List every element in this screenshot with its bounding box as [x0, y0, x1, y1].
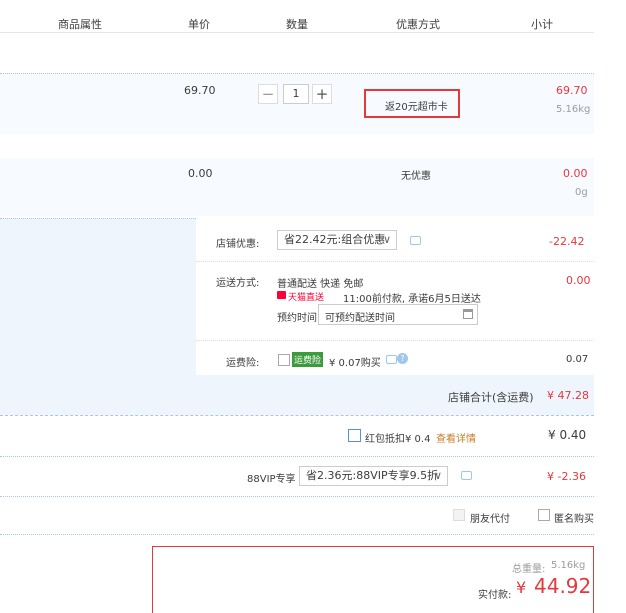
delivery-promise: 11:00前付款, 承诺6月5日送达 [343, 294, 481, 305]
divider [0, 73, 594, 74]
redpacket-amount: ¥ 0.40 [548, 428, 587, 442]
quantity-decrease-button[interactable]: − [258, 84, 278, 104]
friend-pay-checkbox[interactable] [453, 509, 465, 521]
friend-pay-label: 朋友代付 [470, 514, 510, 525]
insurance-label: 运费险: [226, 358, 260, 369]
anonymous-label: 匿名购买 [554, 514, 594, 525]
tmall-logo-icon [277, 291, 286, 299]
currency-symbol: ¥ [516, 578, 527, 597]
divider [196, 340, 594, 341]
quantity-input[interactable]: 1 [283, 84, 309, 104]
redpacket-details-link[interactable]: 查看详情 [436, 430, 476, 445]
item-weight: 0g [575, 187, 588, 198]
shop-discount-amount: -22.42 [549, 235, 585, 248]
paid-label: 实付款: [478, 590, 512, 601]
total-weight-label: 总重量: [512, 564, 546, 575]
paid-amount: 44.92 [534, 574, 592, 598]
redpacket-checkbox[interactable] [348, 429, 361, 442]
shop-discount-select-value: 省22.42元:组合优惠 [284, 233, 386, 246]
divider [0, 496, 594, 497]
item-unit-price: 69.70 [184, 84, 216, 97]
item-subtotal: 69.70 [556, 84, 588, 97]
payment-summary-box [152, 546, 594, 613]
shop-discount-select[interactable]: 省22.42元:组合优惠 ∨ [277, 230, 397, 250]
header-unit-price: 单价 [188, 18, 210, 31]
appointment-time-input[interactable]: 可预约配送时间 [318, 304, 478, 325]
comment-icon[interactable] [461, 471, 472, 480]
shop-total-label: 店铺合计(含运费) [448, 391, 534, 404]
insurance-checkbox[interactable] [278, 354, 290, 366]
vip-discount-select[interactable]: 省2.36元:88VIP专享9.5折 ∨ [299, 466, 448, 486]
order-item-row [0, 158, 594, 216]
insurance-badge: 运费险 [292, 352, 324, 367]
insurance-amount: 0.07 [566, 354, 589, 365]
shop-total-amount: ¥ 47.28 [547, 389, 589, 402]
comment-icon[interactable] [386, 355, 397, 364]
vip-label: 88VIP专享 [247, 474, 296, 485]
calendar-icon [463, 309, 473, 319]
insurance-price: ¥ 0.07购买 [329, 358, 381, 369]
total-weight-value: 5.16kg [551, 560, 586, 571]
chevron-down-icon: ∨ [382, 233, 391, 246]
divider [196, 261, 594, 262]
shipping-label: 运送方式: [216, 278, 260, 289]
comment-icon[interactable] [410, 236, 421, 245]
promo-none: 无优惠 [401, 171, 431, 182]
vip-discount-amount: ¥ -2.36 [547, 470, 586, 483]
divider [0, 415, 594, 416]
chevron-down-icon: ∨ [433, 469, 442, 482]
quantity-increase-button[interactable]: + [312, 84, 332, 104]
divider [0, 456, 594, 457]
header-attributes: 商品属性 [58, 18, 102, 31]
promo-supermarket-card: 返20元超市卡 [385, 102, 448, 113]
order-table-header: 商品属性 单价 数量 优惠方式 小计 [0, 0, 594, 33]
shop-discount-label: 店铺优惠: [216, 239, 260, 250]
item-weight: 5.16kg [556, 104, 591, 115]
shipping-cost: 0.00 [566, 274, 591, 287]
item-unit-price: 0.00 [188, 167, 213, 180]
help-icon[interactable]: ? [397, 353, 408, 364]
appointment-time-placeholder: 可预约配送时间 [325, 313, 395, 324]
shipping-method: 普通配送 快递 免邮 [277, 279, 364, 290]
vip-discount-select-value: 省2.36元:88VIP专享9.5折 [306, 469, 439, 482]
anonymous-checkbox[interactable] [538, 509, 550, 521]
redpacket-text: 红包抵扣¥ 0.4 [365, 434, 431, 445]
header-quantity: 数量 [286, 18, 308, 31]
tmall-direct-badge: 天猫直送 [288, 293, 325, 303]
item-subtotal: 0.00 [563, 167, 588, 180]
header-discount: 优惠方式 [396, 18, 440, 31]
appointment-label: 预约时间 [277, 313, 317, 324]
header-subtotal: 小计 [531, 18, 553, 31]
divider [0, 534, 594, 535]
